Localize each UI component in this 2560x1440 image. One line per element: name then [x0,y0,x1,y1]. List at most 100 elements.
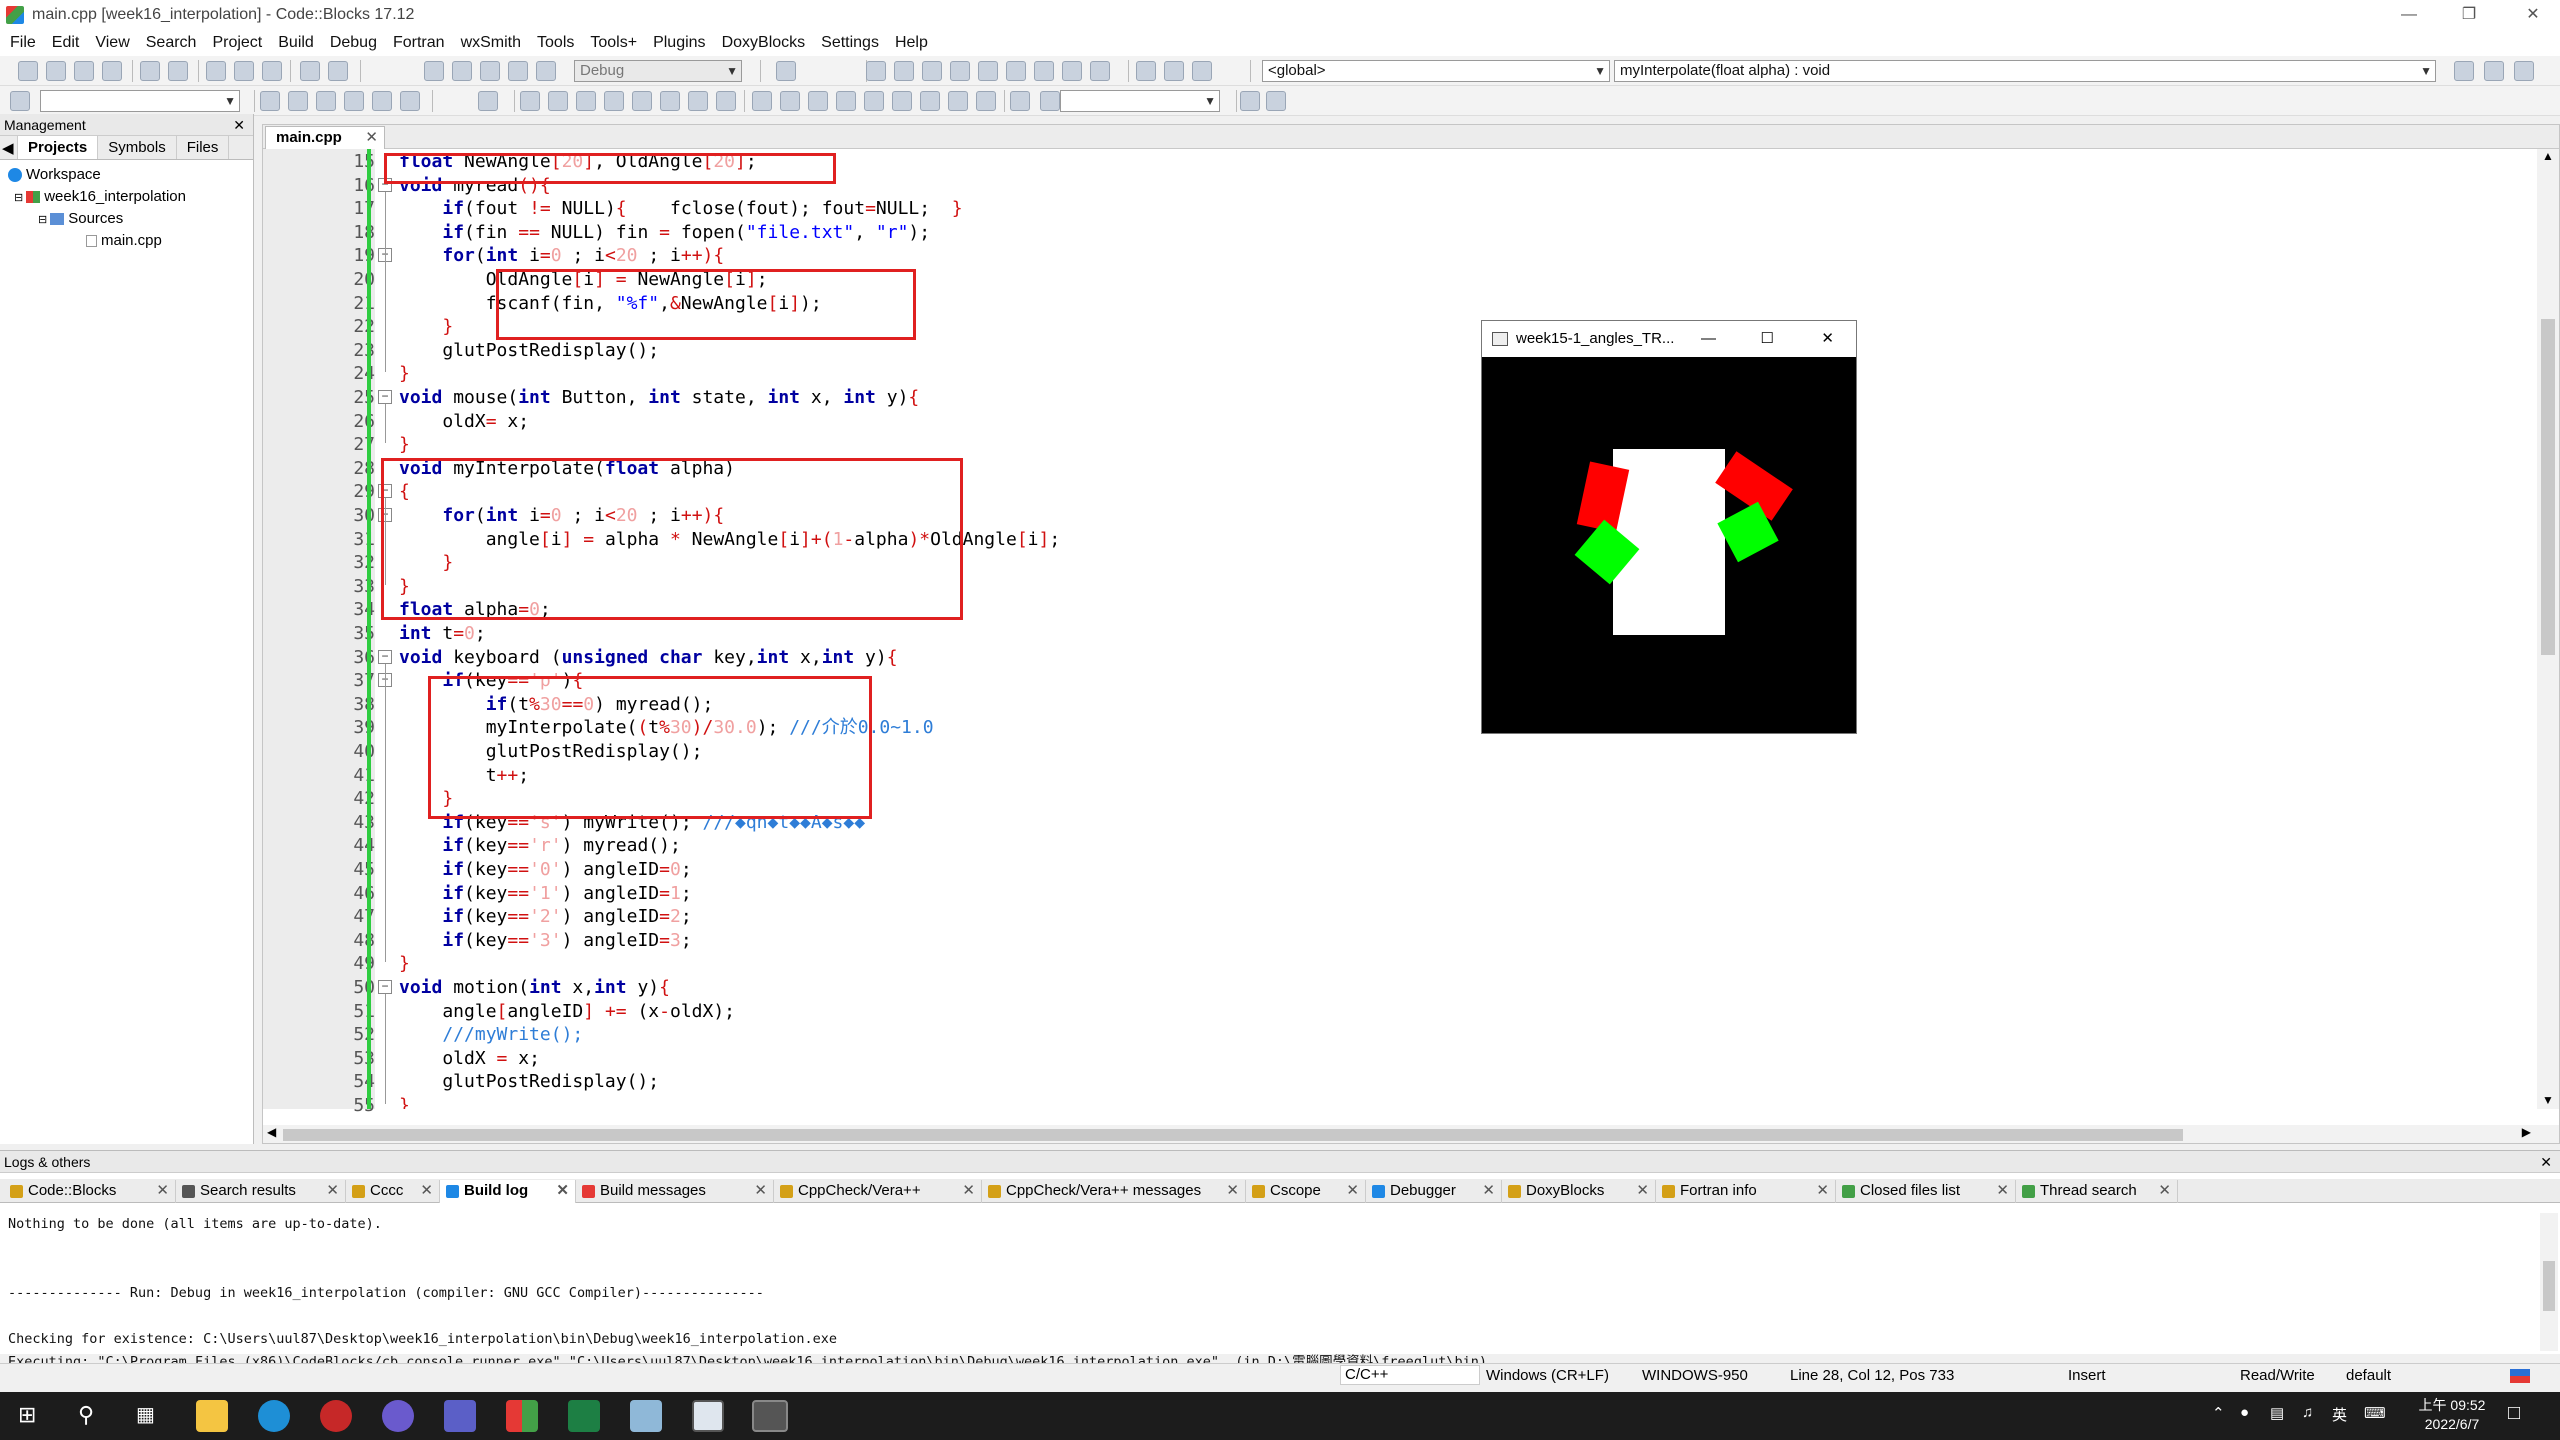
app-red-icon[interactable] [320,1400,352,1432]
code-line[interactable]: void motion(int x,int y){ [399,977,670,999]
code-line[interactable]: } [399,434,410,456]
log-tab-doxyblocks[interactable]: DoxyBlocks ✕ [1502,1180,1656,1203]
glut-minimize-button[interactable]: — [1701,321,1716,357]
toolbar-icon-35[interactable] [1192,61,1212,81]
toolbar-icon-27[interactable] [978,61,998,81]
close-tab-icon[interactable]: ✕ [1996,1180,2009,1202]
log-tab-thread-search[interactable]: Thread search ✕ [2016,1180,2178,1203]
toolbar-icon-31[interactable] [1090,61,1110,81]
code-line[interactable]: oldX= x; [399,411,529,433]
fold-toggle-icon[interactable]: − [378,390,392,404]
toolbar2-icon-11[interactable] [520,91,540,111]
code-line[interactable]: if(key=='r') myread(); [399,835,680,857]
code-line[interactable]: for(int i=0 ; i<20 ; i++){ [399,245,724,267]
toolbar2-icon-6[interactable] [372,91,392,111]
fold-toggle-icon[interactable]: − [378,649,392,664]
tray-network-icon[interactable]: ▤ [2270,1404,2284,1422]
menu-search[interactable]: Search [146,34,207,52]
toolbar-icon-39[interactable] [2514,61,2534,81]
toolbar2-icon-28[interactable] [976,91,996,111]
menu-edit[interactable]: Edit [52,34,90,52]
toolbar2-icon-31[interactable] [1040,91,1060,111]
toolbar-icon-24[interactable] [894,61,914,81]
tray-mic-icon[interactable]: ● [2240,1404,2249,1421]
code-line[interactable]: if(key=='1') angleID=1; [399,883,691,905]
close-tab-icon[interactable]: ✕ [1816,1180,1829,1202]
tray-keyboard-icon[interactable]: ⌨ [2364,1404,2386,1422]
toolbar-icon-0[interactable] [18,61,38,81]
code-line[interactable]: if(fin == NULL) fin = fopen("file.txt", … [399,222,930,244]
toolbar-icon-12[interactable] [300,61,320,81]
code-line[interactable]: if(key=='3') angleID=3; [399,930,691,952]
glut-close-button[interactable]: ✕ [1821,321,1834,357]
management-close-icon[interactable]: ✕ [233,114,245,136]
menu-file[interactable]: File [10,34,46,52]
toolbar-icon-16[interactable] [452,61,472,81]
toolbar2-icon-0[interactable] [10,91,30,111]
toolbar2-icon-15[interactable] [632,91,652,111]
console-window-icon[interactable] [692,1400,724,1432]
toolbar-icon-3[interactable] [102,61,122,81]
code-line[interactable]: } [399,316,453,338]
file-tab-main[interactable]: main.cpp ✕ [265,126,385,149]
toolbar2-icon-23[interactable] [836,91,856,111]
log-tab-cccc[interactable]: Cccc ✕ [346,1180,440,1203]
build-target-select[interactable]: Debug ▼ [574,60,742,82]
notification-icon[interactable]: □ [2508,1402,2520,1425]
toolbar-icon-26[interactable] [950,61,970,81]
menu-doxyblocks[interactable]: DoxyBlocks [722,34,816,52]
log-tab-build-log[interactable]: Build log ✕ [440,1180,576,1203]
close-tab-icon[interactable]: ✕ [1482,1180,1495,1202]
toolbar-icon-8[interactable] [206,61,226,81]
menu-project[interactable]: Project [212,34,272,52]
toolbar2-icon-25[interactable] [892,91,912,111]
close-tab-icon[interactable]: ✕ [1636,1180,1649,1202]
log-tab-fortran-info[interactable]: Fortran info ✕ [1656,1180,1836,1203]
code-line[interactable]: glutPostRedisplay(); [399,340,659,362]
scroll-down-icon[interactable]: ▼ [2537,1093,2559,1107]
ime-indicator[interactable]: 英 [2332,1404,2347,1425]
toolbar-icon-33[interactable] [1136,61,1156,81]
log-tab-cppcheck-vera-messages[interactable]: CppCheck/Vera++ messages ✕ [982,1180,1246,1203]
vertical-scrollbar[interactable]: ▲ ▼ [2537,149,2559,1109]
close-tab-icon[interactable]: ✕ [420,1180,433,1202]
tray-volume-icon[interactable]: ♫ [2302,1404,2313,1421]
code-line[interactable]: angle[angleID] += (x-oldX); [399,1001,735,1023]
code-line[interactable]: int t=0; [399,623,486,645]
toolbar-icon-30[interactable] [1062,61,1082,81]
teams-icon[interactable] [444,1400,476,1432]
horizontal-scrollbar[interactable]: ◀ ▶ [263,1125,2559,1143]
log-tab-debugger[interactable]: Debugger ✕ [1366,1180,1502,1203]
close-tab-icon[interactable]: ✕ [365,127,378,149]
glut-maximize-button[interactable]: ☐ [1761,321,1774,357]
horizontal-scroll-thumb[interactable] [283,1129,2183,1141]
tree-folder-sources[interactable]: ⊟ Sources [0,208,253,230]
fold-toggle-icon[interactable]: − [378,980,392,994]
menu-debug[interactable]: Debug [330,34,387,52]
zoom-combo[interactable]: ▼ [1060,90,1220,112]
clock-time[interactable]: 上午 09:52 [2412,1395,2492,1415]
menu-settings[interactable]: Settings [821,34,889,52]
toolbar2-icon-4[interactable] [316,91,336,111]
maximize-button[interactable]: ❐ [2446,0,2492,30]
chrome-canary-icon[interactable] [382,1400,414,1432]
log-tab-search-results[interactable]: Search results ✕ [176,1180,346,1203]
opengl-canvas[interactable] [1482,357,1856,733]
toolbar2-icon-24[interactable] [864,91,884,111]
toolbar2-icon-17[interactable] [688,91,708,111]
log-tab-code-blocks[interactable]: Code::Blocks ✕ [4,1180,176,1203]
tab-projects[interactable]: Projects [18,136,99,159]
tabs-left-arrow-icon[interactable]: ◀ [0,136,18,159]
close-tab-icon[interactable]: ✕ [556,1180,569,1202]
toolbar2-icon-16[interactable] [660,91,680,111]
menu-help[interactable]: Help [895,34,938,52]
toolbar-icon-28[interactable] [1006,61,1026,81]
toolbar-icon-13[interactable] [328,61,348,81]
close-tab-icon[interactable]: ✕ [156,1180,169,1202]
toolbar2-icon-2[interactable] [260,91,280,111]
tab-symbols[interactable]: Symbols [98,136,177,159]
toolbar-icon-9[interactable] [234,61,254,81]
search-combo[interactable]: ▼ [40,90,240,112]
toolbar2-icon-13[interactable] [576,91,596,111]
tree-workspace[interactable]: Workspace [0,164,253,186]
